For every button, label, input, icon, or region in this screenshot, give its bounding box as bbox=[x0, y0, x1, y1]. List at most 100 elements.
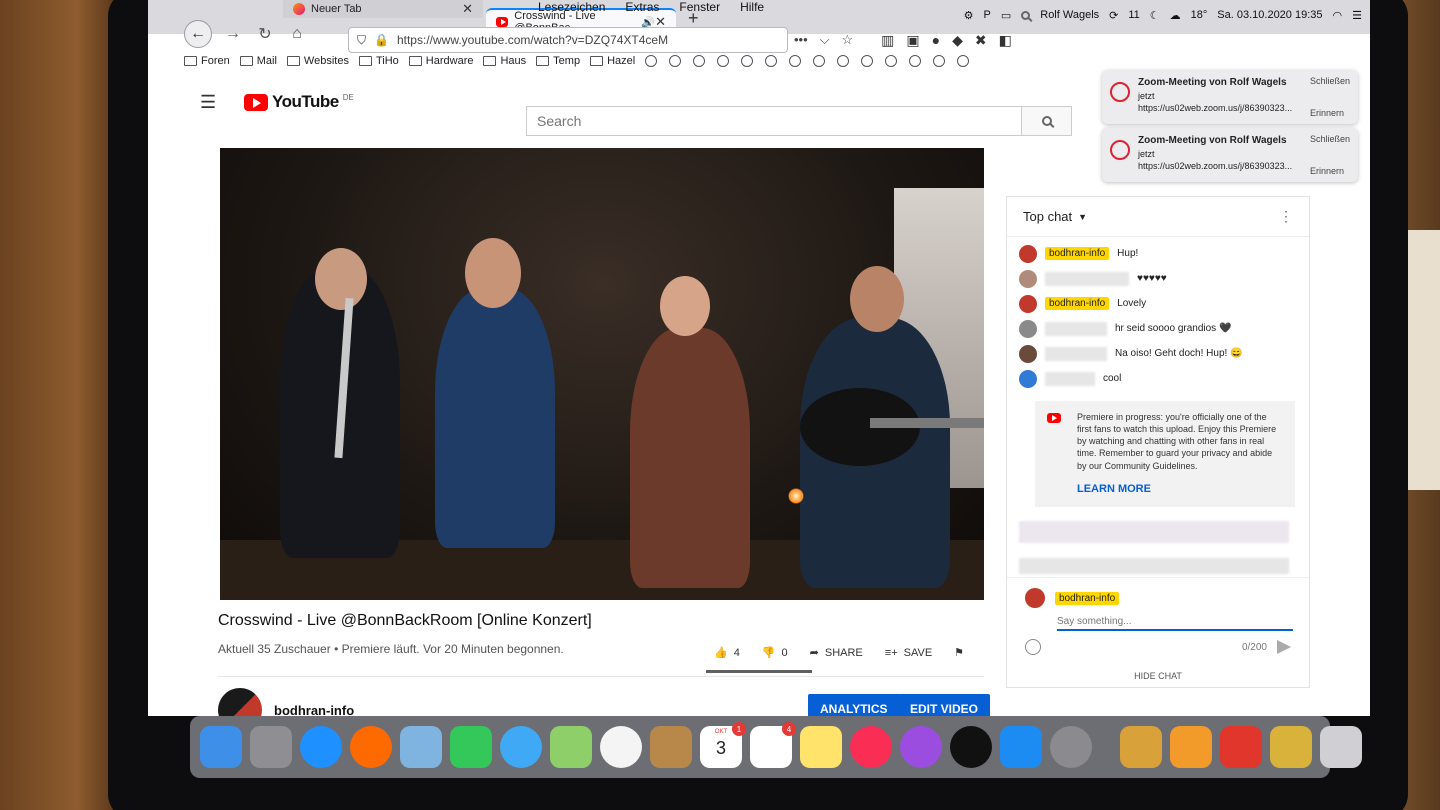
control-center-icon[interactable]: ☰ bbox=[1352, 9, 1362, 22]
appletv-icon[interactable] bbox=[950, 726, 992, 768]
dismiss-button[interactable]: Schließen bbox=[1310, 134, 1350, 144]
learn-more-link[interactable]: LEARN MORE bbox=[1077, 482, 1283, 497]
battery-icon[interactable]: ▭ bbox=[1001, 9, 1011, 22]
close-icon[interactable]: ✕ bbox=[462, 1, 473, 17]
bookmark-folder-mail[interactable]: Mail bbox=[239, 55, 277, 67]
bookmark-folder-hardware[interactable]: Hardware bbox=[408, 55, 473, 67]
reload-button[interactable]: ↻ bbox=[254, 24, 276, 44]
lock-icon[interactable]: 🔒 bbox=[374, 33, 389, 47]
globe-icon[interactable] bbox=[669, 55, 682, 67]
extension-icon[interactable]: ◧ bbox=[999, 32, 1012, 49]
menu-hilfe[interactable]: Hilfe bbox=[740, 0, 764, 16]
globe-icon[interactable] bbox=[789, 55, 802, 67]
notes-icon[interactable] bbox=[800, 726, 842, 768]
bookmark-star-icon[interactable]: ☆ bbox=[842, 32, 854, 48]
music-icon[interactable] bbox=[850, 726, 892, 768]
more-options-icon[interactable]: ⋮ bbox=[1279, 208, 1293, 225]
mail-stamp-icon[interactable] bbox=[400, 726, 442, 768]
globe-icon[interactable] bbox=[885, 55, 898, 67]
send-icon[interactable] bbox=[1277, 640, 1291, 654]
messages-icon[interactable] bbox=[500, 726, 542, 768]
basket-icon[interactable] bbox=[1120, 726, 1162, 768]
weather-icon[interactable]: ☁ bbox=[1170, 9, 1181, 22]
globe-icon[interactable] bbox=[645, 55, 658, 67]
podcasts-icon[interactable] bbox=[900, 726, 942, 768]
menubar-user[interactable]: Rolf Wagels bbox=[1040, 9, 1099, 21]
globe-icon[interactable] bbox=[813, 55, 826, 67]
youtube-logo[interactable]: YouTube DE bbox=[244, 92, 354, 112]
wifi-icon[interactable]: ◠ bbox=[1333, 9, 1343, 22]
safari-icon[interactable] bbox=[300, 726, 342, 768]
url-text[interactable]: https://www.youtube.com/watch?v=DZQ74XT4… bbox=[397, 33, 668, 47]
globe-icon[interactable] bbox=[933, 55, 946, 67]
photos-icon[interactable] bbox=[600, 726, 642, 768]
bookmark-folder-hazel[interactable]: Hazel bbox=[590, 55, 635, 67]
shield-icon[interactable]: ⛉ bbox=[357, 33, 366, 48]
menubar-updates[interactable]: 11 bbox=[1128, 9, 1139, 21]
dislike-button[interactable]: 👎 0 bbox=[762, 646, 788, 660]
remind-button[interactable]: Erinnern bbox=[1310, 166, 1350, 176]
channel-avatar[interactable] bbox=[218, 688, 262, 716]
pocket-icon[interactable]: ⌵ bbox=[820, 32, 830, 48]
menu-extras[interactable]: Extras bbox=[625, 0, 659, 16]
chat-author-owner[interactable]: bodhran-info bbox=[1045, 247, 1110, 260]
globe-icon[interactable] bbox=[741, 55, 754, 67]
firefox-icon[interactable] bbox=[350, 726, 392, 768]
save-button[interactable]: ≡+ SAVE bbox=[885, 647, 932, 659]
forward-button[interactable]: → bbox=[222, 25, 244, 43]
maps-icon[interactable] bbox=[550, 726, 592, 768]
extension-icon[interactable]: ● bbox=[932, 32, 940, 49]
finder-icon[interactable] bbox=[200, 726, 242, 768]
back-button[interactable]: ← bbox=[184, 20, 212, 48]
bookmark-folder-tiho[interactable]: TiHo bbox=[358, 55, 399, 67]
globe-icon[interactable] bbox=[717, 55, 730, 67]
menu-fenster[interactable]: Fenster bbox=[679, 0, 720, 16]
system-preferences-icon[interactable] bbox=[1050, 726, 1092, 768]
sync-icon[interactable]: ⟳ bbox=[1109, 9, 1118, 22]
more-actions-icon[interactable]: ••• bbox=[794, 32, 808, 48]
bookmark-folder-websites[interactable]: Websites bbox=[286, 55, 349, 67]
chat-mode-dropdown[interactable]: Top chat bbox=[1023, 209, 1072, 224]
globe-icon[interactable] bbox=[693, 55, 706, 67]
globe-icon[interactable] bbox=[837, 55, 850, 67]
like-button[interactable]: 👍 4 bbox=[714, 646, 740, 660]
hamburger-menu-icon[interactable]: ☰ bbox=[200, 92, 216, 113]
trash-icon[interactable] bbox=[1320, 726, 1362, 768]
search-button[interactable] bbox=[1022, 106, 1072, 136]
menubar-datetime[interactable]: Sa. 03.10.2020 19:35 bbox=[1217, 9, 1322, 21]
appstore-icon[interactable] bbox=[1000, 726, 1042, 768]
facetime-icon[interactable] bbox=[450, 726, 492, 768]
paypal-icon[interactable]: P bbox=[984, 9, 991, 21]
launchpad-icon[interactable] bbox=[250, 726, 292, 768]
contacts-icon[interactable] bbox=[650, 726, 692, 768]
sidebar-icon[interactable]: ▣ bbox=[906, 32, 919, 49]
remote-app-icon[interactable] bbox=[1220, 726, 1262, 768]
video-player[interactable] bbox=[220, 148, 984, 600]
analytics-button[interactable]: ANALYTICS bbox=[808, 694, 900, 716]
moon-icon[interactable]: ☾ bbox=[1150, 9, 1160, 22]
globe-icon[interactable] bbox=[909, 55, 922, 67]
share-button[interactable]: ➦ SHARE bbox=[810, 646, 863, 660]
library-icon[interactable]: ▥ bbox=[881, 32, 894, 49]
remind-button[interactable]: Erinnern bbox=[1310, 108, 1350, 118]
extension-icon[interactable]: ✖ bbox=[975, 32, 987, 49]
tweaking-app-icon[interactable] bbox=[1170, 726, 1212, 768]
reminders-icon[interactable]: 4 bbox=[750, 722, 796, 768]
channel-name[interactable]: bodhran-info bbox=[274, 703, 354, 717]
hide-chat-button[interactable]: HIDE CHAT bbox=[1007, 671, 1309, 681]
spotlight-search-icon[interactable] bbox=[1021, 10, 1031, 20]
bookmark-folder-temp[interactable]: Temp bbox=[536, 55, 580, 67]
calendar-icon[interactable]: OKT 3 1 bbox=[700, 722, 746, 768]
tools-icon[interactable]: ⚙ bbox=[964, 9, 974, 22]
globe-icon[interactable] bbox=[765, 55, 778, 67]
tab-neuer-tab[interactable]: Neuer Tab ✕ bbox=[283, 0, 483, 18]
bookmark-folder-foren[interactable]: Foren bbox=[184, 55, 230, 67]
report-button[interactable]: ⚑ bbox=[954, 646, 964, 659]
edit-video-button[interactable]: EDIT VIDEO bbox=[898, 694, 991, 716]
bookmark-folder-haus[interactable]: Haus bbox=[483, 55, 526, 67]
zoom-notification[interactable]: Zoom-Meeting von Rolf Wagels jetzt https… bbox=[1102, 70, 1358, 124]
chat-author-owner[interactable]: bodhran-info bbox=[1045, 297, 1110, 310]
dismiss-button[interactable]: Schließen bbox=[1310, 76, 1350, 86]
search-input[interactable] bbox=[526, 106, 1022, 136]
chat-message-input[interactable] bbox=[1057, 614, 1293, 631]
